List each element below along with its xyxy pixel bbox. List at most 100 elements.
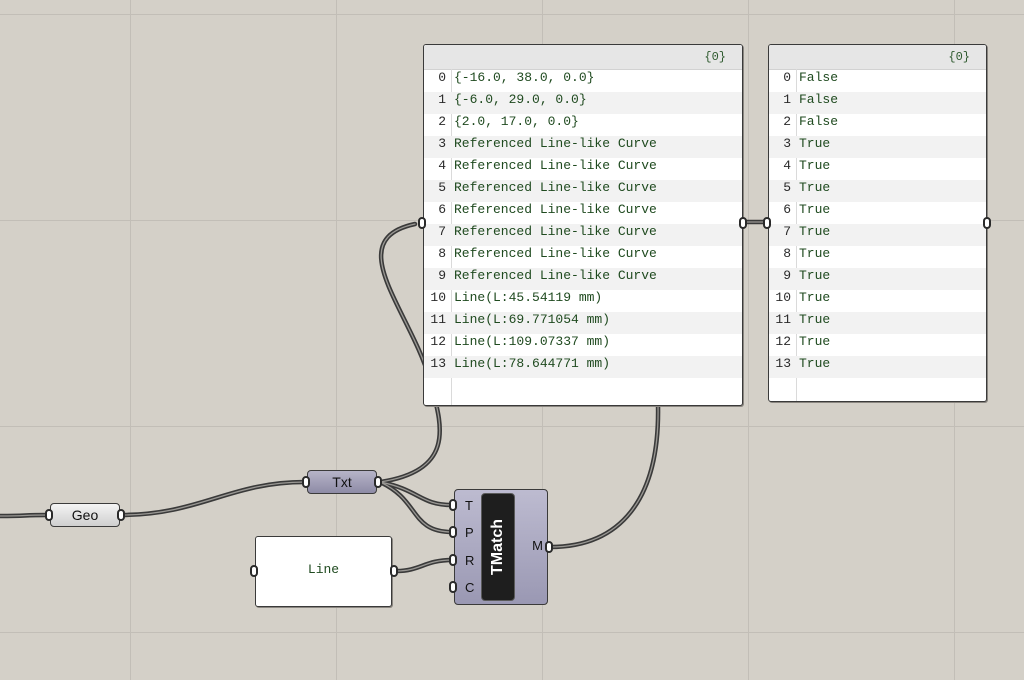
row-value: True [799, 202, 831, 217]
row-value: Referenced Line-like Curve [454, 268, 657, 283]
tmatch-input-grip-r[interactable] [449, 554, 457, 566]
component-name: TMatch [489, 519, 506, 575]
panel-header: {0} [769, 45, 986, 70]
row-index: 13 [775, 356, 791, 371]
list-item: 7 True [769, 224, 986, 246]
list-item: 13 True [769, 356, 986, 378]
row-value: Line(L:109.07337 mm) [454, 334, 611, 349]
row-value: {-16.0, 38.0, 0.0} [454, 70, 595, 85]
list-item: 3 True [769, 136, 986, 158]
tmatch-input-grip-c[interactable] [449, 581, 457, 593]
row-index: 12 [775, 334, 791, 349]
list-item: 5 Referenced Line-like Curve [424, 180, 742, 202]
list-item: 12 True [769, 334, 986, 356]
row-index: 5 [438, 180, 446, 195]
wire-txt-p [377, 479, 455, 535]
row-index: 7 [438, 224, 446, 239]
row-index: 2 [783, 114, 791, 129]
txt-input-grip[interactable] [302, 476, 310, 488]
row-value: Line(L:69.771054 mm) [454, 312, 611, 327]
list-item: 2 False [769, 114, 986, 136]
input-label-r: R [465, 553, 475, 568]
list-item: 0 {-16.0, 38.0, 0.0} [424, 70, 742, 92]
row-index: 1 [438, 92, 446, 107]
row-index: 6 [438, 202, 446, 217]
list-item: 7 Referenced Line-like Curve [424, 224, 742, 246]
component-name-plate: TMatch [481, 493, 515, 601]
text-panel-line[interactable]: Line [255, 536, 392, 607]
list-item: 9 Referenced Line-like Curve [424, 268, 742, 290]
row-value: True [799, 312, 831, 327]
panel-result[interactable]: {0} 0 False 1 False 2 False 3 True 4 True 5 Tr… [768, 44, 987, 402]
row-value: False [799, 92, 839, 107]
panel-data-output-grip[interactable] [739, 217, 747, 229]
row-value: Line(L:78.644771 mm) [454, 356, 611, 371]
wire-m-panel [547, 402, 661, 550]
list-item: 10 True [769, 290, 986, 312]
row-value: True [799, 224, 831, 239]
txt-param[interactable]: Txt [307, 470, 377, 494]
panel-path: {0} [948, 50, 970, 64]
row-value: True [799, 290, 831, 305]
row-value: Referenced Line-like Curve [454, 158, 657, 173]
row-index: 8 [783, 246, 791, 261]
row-value: {2.0, 17.0, 0.0} [454, 114, 579, 129]
list-item: 1 {-6.0, 29.0, 0.0} [424, 92, 742, 114]
row-index: 10 [775, 290, 791, 305]
panel-result-input-grip[interactable] [763, 217, 771, 229]
row-value: True [799, 246, 831, 261]
list-item: 13 Line(L:78.644771 mm) [424, 356, 742, 378]
row-value: True [799, 334, 831, 349]
panel-path: {0} [704, 50, 726, 64]
row-index: 12 [430, 334, 446, 349]
row-value: Referenced Line-like Curve [454, 180, 657, 195]
geo-param[interactable]: Geo [50, 503, 120, 527]
list-item: 8 Referenced Line-like Curve [424, 246, 742, 268]
row-value: False [799, 70, 839, 85]
list-item: 6 True [769, 202, 986, 224]
row-index: 8 [438, 246, 446, 261]
output-label-m: M [532, 538, 543, 553]
grasshopper-canvas[interactable]: {0} 0 {-16.0, 38.0, 0.0} 1 {-6.0, 29.0, 0.… [0, 0, 1024, 680]
row-value: Referenced Line-like Curve [454, 136, 657, 151]
text-panel-input-grip[interactable] [250, 565, 258, 577]
panel-data-input-grip[interactable] [418, 217, 426, 229]
panel-data[interactable]: {0} 0 {-16.0, 38.0, 0.0} 1 {-6.0, 29.0, 0.… [423, 44, 743, 406]
tmatch-component[interactable]: TMatch T P R C M [454, 489, 548, 605]
list-item: 9 True [769, 268, 986, 290]
row-index: 4 [783, 158, 791, 173]
list-item: 6 Referenced Line-like Curve [424, 202, 742, 224]
row-index: 9 [783, 268, 791, 283]
list-item: 3 Referenced Line-like Curve [424, 136, 742, 158]
geo-input-grip[interactable] [45, 509, 53, 521]
list-item: 0 False [769, 70, 986, 92]
text-panel-value: Line [307, 562, 340, 577]
tmatch-input-grip-t[interactable] [449, 499, 457, 511]
row-index: 4 [438, 158, 446, 173]
row-value: {-6.0, 29.0, 0.0} [454, 92, 587, 107]
text-panel-output-grip[interactable] [390, 565, 398, 577]
list-item: 10 Line(L:45.54119 mm) [424, 290, 742, 312]
txt-output-grip[interactable] [374, 476, 382, 488]
panel-result-output-grip[interactable] [983, 217, 991, 229]
input-label-c: C [465, 580, 475, 595]
geo-output-grip[interactable] [117, 509, 125, 521]
list-item: 11 True [769, 312, 986, 334]
row-value: True [799, 268, 831, 283]
panel-rows: 0 {-16.0, 38.0, 0.0} 1 {-6.0, 29.0, 0.0} 2… [424, 70, 742, 378]
row-index: 13 [430, 356, 446, 371]
row-index: 0 [783, 70, 791, 85]
row-index: 0 [438, 70, 446, 85]
row-index: 10 [430, 290, 446, 305]
row-index: 6 [783, 202, 791, 217]
tmatch-input-grip-p[interactable] [449, 526, 457, 538]
row-value: True [799, 180, 831, 195]
row-index: 7 [783, 224, 791, 239]
row-index: 3 [438, 136, 446, 151]
row-value: True [799, 356, 831, 371]
row-value: Referenced Line-like Curve [454, 224, 657, 239]
tmatch-output-grip-m[interactable] [545, 541, 553, 553]
panel-header: {0} [424, 45, 742, 70]
row-value: Referenced Line-like Curve [454, 202, 657, 217]
row-index: 9 [438, 268, 446, 283]
